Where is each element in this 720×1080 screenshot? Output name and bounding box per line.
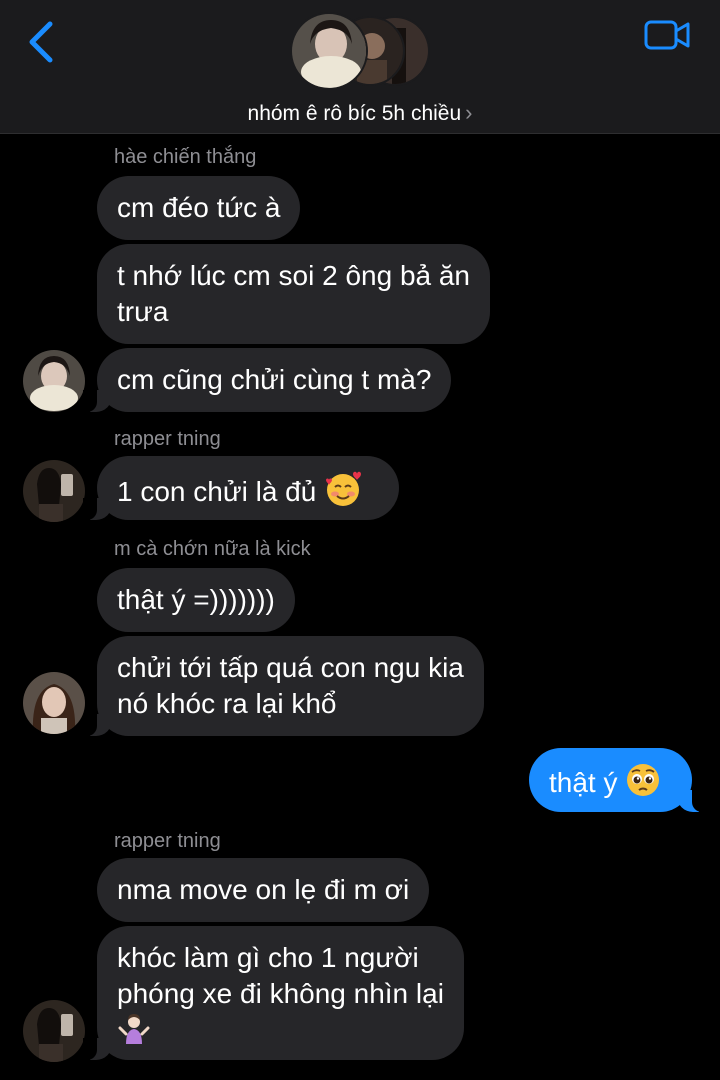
- my-message-bubble[interactable]: thật ý: [529, 748, 706, 812]
- chevron-left-icon: [29, 21, 53, 63]
- message-text-line: nó khóc ra lại khổ: [117, 688, 337, 719]
- smiling-face-with-hearts-icon: [324, 470, 362, 517]
- group-member-avatar: [290, 12, 368, 90]
- video-camera-icon: [644, 20, 690, 50]
- message-text: 1 con chửi là đủ: [117, 475, 317, 507]
- message-bubble[interactable]: chửi tới tấp quá con ngu kia nó khóc ra …: [83, 636, 484, 736]
- message-bubble[interactable]: nma move on lẹ đi m ơi: [97, 858, 430, 922]
- message-text-line: t nhớ lúc cm soi 2 ông bả ăn: [117, 260, 471, 291]
- avatar[interactable]: [23, 350, 85, 412]
- message-text: cm đéo tức à: [117, 192, 281, 223]
- person-shrugging-icon: [117, 1012, 444, 1046]
- group-name-button[interactable]: nhóm ê rô bíc 5h chiều ›: [0, 100, 720, 126]
- message-bubble[interactable]: t nhớ lúc cm soi 2 ông bả ăn trưa: [97, 244, 491, 344]
- message-text-line: phóng xe đi không nhìn lại: [117, 978, 444, 1009]
- back-button[interactable]: [22, 18, 62, 66]
- message-text: cm cũng chửi cùng t mà?: [117, 364, 432, 395]
- avatar[interactable]: [23, 672, 85, 734]
- group-avatar-stack[interactable]: [290, 12, 430, 92]
- sender-name: hàe chiến thắng: [114, 146, 257, 168]
- message-bubble[interactable]: khóc làm gì cho 1 người phóng xe đi khôn…: [83, 926, 464, 1060]
- message-bubble[interactable]: 1 con chửi là đủ: [83, 456, 399, 520]
- message-text-line: khóc làm gì cho 1 người: [117, 942, 419, 973]
- message-text-line: chửi tới tấp quá con ngu kia: [117, 652, 464, 683]
- message-text: nma move on lẹ đi m ơi: [117, 874, 410, 905]
- message-text: thật ý =))))))): [117, 584, 275, 615]
- pleading-face-icon: [625, 762, 661, 807]
- message-bubble[interactable]: thật ý =))))))): [97, 568, 295, 632]
- message-bubble[interactable]: cm đéo tức à: [97, 176, 301, 240]
- message-text-line: trưa: [117, 296, 169, 327]
- message-text: thật ý: [549, 766, 618, 798]
- sender-name: m cà chớn nữa là kick: [114, 538, 311, 560]
- avatar[interactable]: [23, 460, 85, 522]
- avatar[interactable]: [23, 1000, 85, 1062]
- conversation-header: nhóm ê rô bíc 5h chiều ›: [0, 0, 720, 134]
- sender-name: rapper tning: [114, 428, 221, 450]
- sender-name: rapper tning: [114, 830, 221, 852]
- group-name: nhóm ê rô bíc 5h chiều: [247, 102, 462, 125]
- chevron-right-icon: ›: [465, 100, 473, 125]
- video-call-button[interactable]: [640, 16, 694, 56]
- message-bubble[interactable]: cm cũng chửi cùng t mà?: [82, 348, 452, 412]
